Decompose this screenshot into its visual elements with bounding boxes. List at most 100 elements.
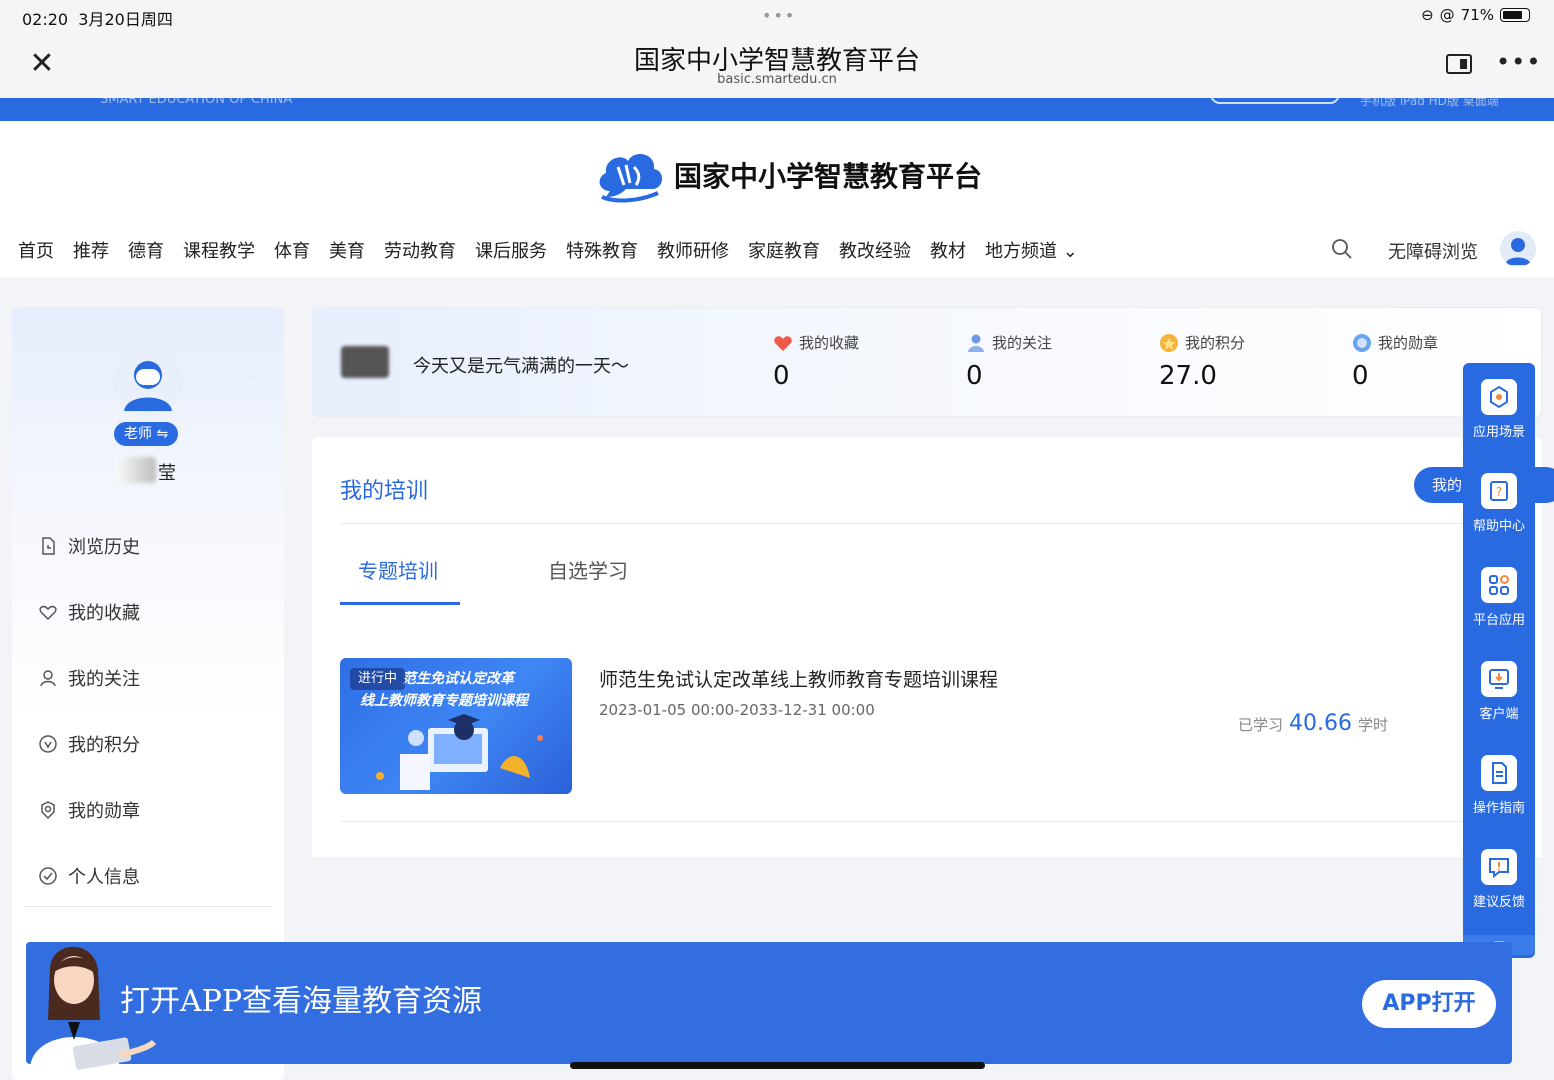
right-toolbar: 应用场景 ? 帮助中心 平台应用 客户端 操作指南 建议反馈 ≡	[1463, 363, 1535, 958]
open-app-button[interactable]: APP打开	[1362, 980, 1496, 1028]
main-nav: 首页 推荐 德育 课程教学 体育 美育 劳动教育 课后服务 特殊教育 教师研修 …	[18, 237, 1097, 263]
points-icon	[39, 735, 57, 753]
course-thumbnail[interactable]: 范生免试认定改革 线上教师教育专题培训课程 进行中	[340, 658, 572, 794]
battery-icon	[1500, 8, 1530, 22]
sidebar-divider	[24, 906, 272, 907]
nav-family[interactable]: 家庭教育	[748, 237, 820, 263]
avatar[interactable]	[1500, 231, 1536, 267]
divider	[340, 523, 1500, 524]
apps-icon	[1489, 575, 1509, 595]
heart-icon	[39, 605, 57, 621]
user-avatar-icon	[1505, 238, 1531, 265]
stat-value: 27.0	[1159, 361, 1217, 391]
medal-icon	[41, 801, 55, 820]
nav-local[interactable]: 地方频道 ⌄	[985, 237, 1078, 263]
toolbar-item-feedback[interactable]: 建议反馈	[1463, 849, 1535, 910]
stat-value: 0	[1352, 361, 1369, 391]
thumb-line-2: 线上教师教育专题培训课程	[360, 693, 528, 709]
site-logo[interactable]: 国家中小学智慧教育平台	[596, 147, 982, 203]
medal-icon	[1353, 333, 1371, 352]
stat-value: 0	[773, 361, 790, 391]
search-icon[interactable]	[1330, 237, 1354, 261]
nav-textbooks[interactable]: 教材	[930, 237, 966, 263]
nav-labor[interactable]: 劳动教育	[384, 237, 456, 263]
download-pill[interactable]	[1210, 98, 1340, 104]
tab-topic-training[interactable]: 专题培训	[358, 555, 438, 584]
nav-reform[interactable]: 教改经验	[839, 237, 911, 263]
nav-teacher-training[interactable]: 教师研修	[657, 237, 729, 263]
split-view-icon[interactable]	[1446, 54, 1472, 74]
thumb-line-1: 范生免试认定改革	[402, 671, 514, 687]
site-header: 国家中小学智慧教育平台 首页 推荐 德育 课程教学 体育 美育 劳动教育 课后服…	[0, 121, 1554, 277]
accessibility-link[interactable]: 无障碍浏览	[1388, 238, 1478, 264]
sidebar-item-history[interactable]: 浏览历史	[38, 513, 140, 579]
tab-self-study[interactable]: 自选学习	[548, 555, 628, 584]
user-icon	[40, 670, 56, 687]
stat-value: 0	[966, 361, 983, 391]
check-icon	[39, 867, 57, 885]
help-icon: ?	[1490, 481, 1508, 501]
toolbar-item-apps[interactable]: 平台应用	[1463, 567, 1535, 628]
logo-text: 国家中小学智慧教育平台	[674, 160, 983, 193]
stat-favorites[interactable]: 我的收藏 0	[773, 332, 859, 391]
active-tab-underline	[340, 602, 460, 605]
sidebar-item-profile[interactable]: 个人信息	[38, 843, 140, 909]
scene-icon	[1490, 385, 1508, 409]
chevron-down-icon: ⌄	[1062, 241, 1078, 262]
course-progress: 已学习 40.66 学时	[1238, 711, 1389, 736]
at-icon: @	[1439, 6, 1455, 24]
app-banner-text: 打开APP查看海量教育资源	[120, 984, 483, 1019]
course-title[interactable]: 师范生免试认定改革线上教师教育专题培训课程	[599, 665, 998, 692]
stats-card: 今天又是元气满满的一天～ 我的收藏 0 我的关注 0 我的积分 27.0 我的勋…	[312, 307, 1542, 417]
training-title: 我的培训	[340, 479, 429, 504]
sidebar-item-medals[interactable]: 我的勋章	[38, 777, 140, 843]
sidebar-item-favorites[interactable]: 我的收藏	[38, 579, 140, 645]
status-badge: 进行中	[350, 668, 406, 690]
nav-courses[interactable]: 课程教学	[183, 237, 255, 263]
multitask-dots[interactable]: •••	[762, 6, 796, 25]
cloud-logo-icon	[599, 154, 663, 203]
history-icon	[42, 537, 55, 555]
sidebar-item-following[interactable]: 我的关注	[38, 645, 140, 711]
browser-chrome: 02:20 3月20日周四 ••• ⊖ @ 71% ✕ 国家中小学智慧教育平台 …	[0, 0, 1554, 98]
battery-percent: 71%	[1460, 6, 1494, 24]
nav-sports[interactable]: 体育	[274, 237, 310, 263]
name-redacted	[116, 457, 156, 483]
nav-home[interactable]: 首页	[18, 237, 54, 263]
stat-points[interactable]: 我的积分 27.0	[1159, 332, 1245, 391]
toolbar-item-scenes[interactable]: 应用场景	[1463, 379, 1535, 440]
divider	[340, 821, 1500, 822]
client-icon	[1489, 669, 1509, 689]
status-right: ⊖ @ 71%	[1421, 6, 1530, 24]
browser-url: basic.smartedu.cn	[717, 72, 837, 87]
svg-text:?: ?	[1496, 485, 1502, 499]
sidebar-item-points[interactable]: 我的积分	[38, 711, 140, 777]
toolbar-item-help[interactable]: ? 帮助中心	[1463, 473, 1535, 534]
stat-medals[interactable]: 我的勋章 0	[1352, 332, 1438, 391]
progress-value: 40.66	[1289, 711, 1352, 736]
greeting-text: 今天又是元气满满的一天～	[413, 356, 629, 377]
stat-following[interactable]: 我的关注 0	[966, 332, 1052, 391]
band-left-text: SMART EDUCATION OF CHINA	[100, 98, 293, 107]
user-icon	[968, 334, 984, 352]
link-icon: ⊖	[1421, 6, 1434, 24]
profile-avatar-icon	[113, 346, 183, 416]
toolbar-item-guide[interactable]: 操作指南	[1463, 755, 1535, 816]
home-indicator[interactable]	[570, 1062, 985, 1069]
more-icon[interactable]: •••	[1496, 48, 1541, 76]
nav-afterschool[interactable]: 课后服务	[475, 237, 547, 263]
guide-icon	[1492, 762, 1507, 784]
band-right-text: 手机版 iPad HD版 桌面端	[1360, 98, 1499, 108]
profile-name: 莹	[158, 463, 176, 484]
nav-recommend[interactable]: 推荐	[73, 237, 109, 263]
role-switch-badge[interactable]: 老师 ⇋	[114, 422, 179, 446]
redacted-name	[341, 346, 389, 378]
nav-special[interactable]: 特殊教育	[566, 237, 638, 263]
sidebar-menu: 浏览历史 我的收藏 我的关注 我的积分 我的勋章 个人信息	[38, 513, 140, 909]
feedback-icon	[1489, 858, 1509, 879]
course-date-range: 2023-01-05 00:00-2033-12-31 00:00	[599, 701, 875, 719]
nav-arts[interactable]: 美育	[329, 237, 365, 263]
heart-icon	[774, 335, 792, 351]
toolbar-item-client[interactable]: 客户端	[1463, 661, 1535, 722]
nav-moral[interactable]: 德育	[128, 237, 164, 263]
